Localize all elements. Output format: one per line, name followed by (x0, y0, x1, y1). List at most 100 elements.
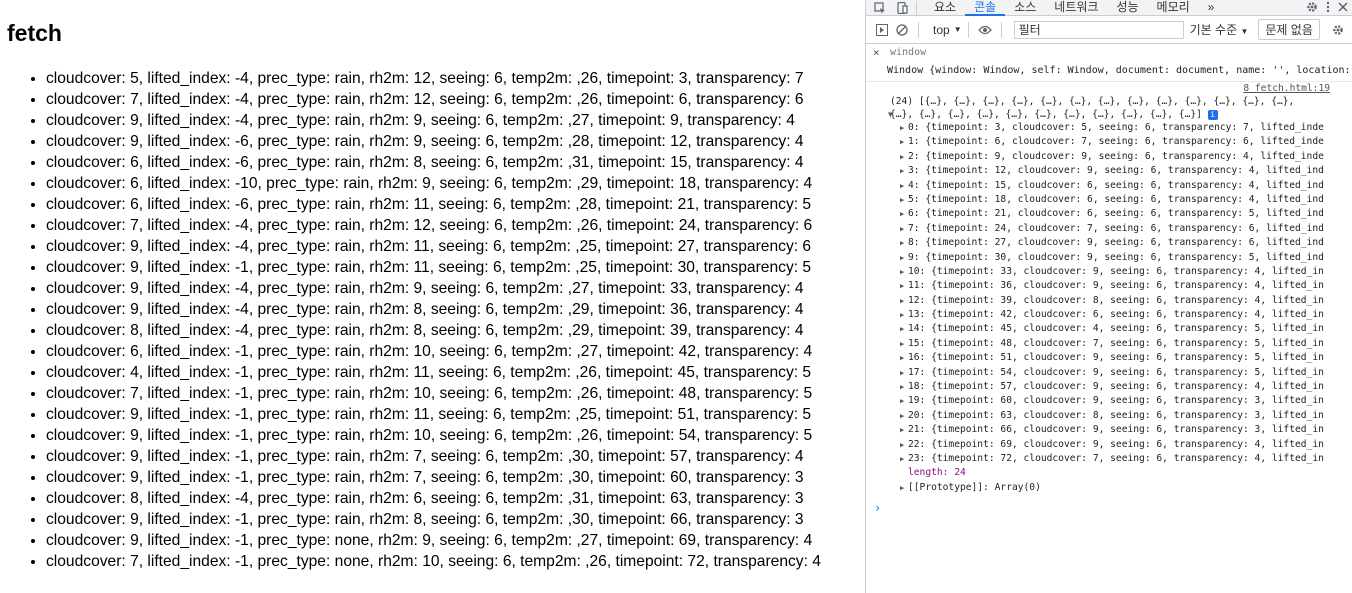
expanded-caret-icon[interactable]: ▼ (888, 108, 893, 121)
list-item: cloudcover: 9, lifted_index: -4, prec_ty… (46, 110, 865, 131)
devtools-tabbar: 요소 콘솔 소스 네트워크 성능 메모리 » (866, 0, 1352, 16)
array-entry[interactable]: ▶ 12: {timepoint: 39, cloudcover: 8, seei… (866, 294, 1352, 308)
console-settings-icon[interactable] (1328, 20, 1348, 40)
array-entry[interactable]: ▶ 4: {timepoint: 15, cloudcover: 6, seein… (866, 179, 1352, 193)
array-entry[interactable]: ▶ 18: {timepoint: 57, cloudcover: 9, seei… (866, 380, 1352, 394)
list-item: cloudcover: 6, lifted_index: -10, prec_t… (46, 173, 865, 194)
array-entry-text: 7: {timepoint: 24, cloudcover: 7, seeing… (908, 222, 1324, 234)
eye-icon[interactable] (975, 20, 995, 40)
array-entry[interactable]: ▶ 1: {timepoint: 6, cloudcover: 7, seeing… (866, 135, 1352, 149)
inspect-icon[interactable] (872, 0, 888, 16)
array-entry[interactable]: ▶ 13: {timepoint: 42, cloudcover: 6, seei… (866, 308, 1352, 322)
kebab-menu-icon[interactable] (1326, 1, 1330, 16)
info-icon: i (1207, 110, 1218, 120)
list-item: cloudcover: 9, lifted_index: -4, prec_ty… (46, 236, 865, 257)
console-command: × window (866, 44, 1352, 62)
list-item: cloudcover: 9, lifted_index: -4, prec_ty… (46, 299, 865, 320)
issues-button[interactable]: 문제 없음 (1258, 19, 1320, 40)
prototype-text: [[Prototype]]: Array(0) (908, 481, 1041, 493)
page-heading: fetch (7, 20, 62, 46)
tab-performance[interactable]: 성능 (1107, 0, 1147, 16)
array-entry[interactable]: ▶ 20: {timepoint: 63, cloudcover: 8, seei… (866, 409, 1352, 423)
source-link[interactable]: 8 fetch.html:19 (1243, 83, 1330, 94)
tab-memory[interactable]: 메모리 (1148, 0, 1199, 16)
collapsed-caret-icon: ▶ (900, 440, 905, 449)
array-entry-text: 8: {timepoint: 27, cloudcover: 9, seeing… (908, 237, 1324, 249)
array-entry-text: 21: {timepoint: 66, cloudcover: 9, seein… (908, 424, 1324, 436)
array-entry-text: 19: {timepoint: 60, cloudcover: 9, seein… (908, 395, 1324, 407)
collapsed-caret-icon: ▶ (900, 253, 905, 262)
tab-console[interactable]: 콘솔 (965, 0, 1006, 16)
list-item: cloudcover: 7, lifted_index: -4, prec_ty… (46, 89, 865, 110)
array-entry-text: 5: {timepoint: 18, cloudcover: 6, seeing… (908, 193, 1324, 205)
toolbar-divider (918, 21, 919, 38)
more-tabs-button[interactable]: » (1199, 0, 1224, 16)
console-prompt[interactable]: › (866, 501, 1352, 515)
settings-icon[interactable] (1306, 1, 1318, 16)
console-toolbar: top ▼ 필터 기본 수준 ▼ 문제 없음 (866, 16, 1352, 44)
list-item: cloudcover: 6, lifted_index: -1, prec_ty… (46, 341, 865, 362)
array-entry-text: 6: {timepoint: 21, cloudcover: 6, seeing… (908, 208, 1324, 220)
array-entry-text: 4: {timepoint: 15, cloudcover: 6, seeing… (908, 179, 1324, 191)
array-entry[interactable]: ▶ 23: {timepoint: 72, cloudcover: 7, seei… (866, 452, 1352, 466)
log-levels-select[interactable]: 기본 수준 ▼ (1190, 21, 1249, 38)
array-entry-text: 11: {timepoint: 36, cloudcover: 9, seein… (908, 280, 1324, 292)
array-entry[interactable]: ▶ 21: {timepoint: 66, cloudcover: 9, seei… (866, 423, 1352, 437)
dropdown-arrow-icon: ▼ (953, 25, 962, 34)
array-entry[interactable]: ▶ 2: {timepoint: 9, cloudcover: 9, seeing… (866, 150, 1352, 164)
array-entry[interactable]: ▶ 19: {timepoint: 60, cloudcover: 9, seei… (866, 394, 1352, 408)
array-entry[interactable]: ▶ 15: {timepoint: 48, cloudcover: 7, seei… (866, 337, 1352, 351)
device-icon[interactable] (894, 0, 910, 16)
array-entry[interactable]: ▶ 9: {timepoint: 30, cloudcover: 9, seein… (866, 251, 1352, 265)
source-link-row: 8 fetch.html:19 (866, 82, 1352, 95)
array-summary[interactable]: (24) [{…}, {…}, {…}, {…}, {…}, {…}, {…},… (866, 95, 1352, 108)
collapsed-caret-icon: ▶ (900, 239, 905, 248)
tab-sources[interactable]: 소스 (1005, 0, 1045, 16)
array-entry[interactable]: ▶ 0: {timepoint: 3, cloudcover: 5, seeing… (866, 121, 1352, 135)
array-entry[interactable]: ▶ 11: {timepoint: 36, cloudcover: 9, seei… (866, 279, 1352, 293)
array-entry[interactable]: ▶ 14: {timepoint: 45, cloudcover: 4, seei… (866, 322, 1352, 336)
array-entry-text: 3: {timepoint: 12, cloudcover: 9, seeing… (908, 165, 1324, 177)
array-entry[interactable]: ▶ 3: {timepoint: 12, cloudcover: 9, seein… (866, 164, 1352, 178)
sidebar-toggle-icon[interactable] (872, 20, 892, 40)
array-entry[interactable]: ▶ 8: {timepoint: 27, cloudcover: 9, seein… (866, 236, 1352, 250)
array-entry[interactable]: ▶ 10: {timepoint: 33, cloudcover: 9, seei… (866, 265, 1352, 279)
list-item: cloudcover: 9, lifted_index: -1, prec_ty… (46, 530, 865, 551)
array-entry-text: 13: {timepoint: 42, cloudcover: 6, seein… (908, 309, 1324, 321)
dropdown-arrow-icon: ▼ (1240, 27, 1249, 36)
collapsed-caret-icon: ▶ (900, 339, 905, 348)
close-icon[interactable] (1338, 1, 1348, 15)
array-entry[interactable]: ▶ 5: {timepoint: 18, cloudcover: 6, seein… (866, 193, 1352, 207)
array-entry[interactable]: ▶ 16: {timepoint: 51, cloudcover: 9, seei… (866, 351, 1352, 365)
collapsed-caret-icon: ▶ (900, 195, 905, 204)
array-summary-cont: ▼ {…}, {…}, {…}, {…}, {…}, {…}, {…}, {…}… (866, 108, 1352, 121)
array-entry[interactable]: ▶ 7: {timepoint: 24, cloudcover: 7, seein… (866, 222, 1352, 236)
array-entry-text: 20: {timepoint: 63, cloudcover: 8, seein… (908, 409, 1324, 421)
list-item: cloudcover: 9, lifted_index: -1, prec_ty… (46, 425, 865, 446)
array-entry[interactable]: ▶ 6: {timepoint: 21, cloudcover: 6, seein… (866, 207, 1352, 221)
array-entry-text: 9: {timepoint: 30, cloudcover: 9, seeing… (908, 251, 1324, 263)
log-levels-label: 기본 수준 (1189, 23, 1238, 37)
array-entry[interactable]: ▶ 17: {timepoint: 54, cloudcover: 9, seei… (866, 366, 1352, 380)
list-item: cloudcover: 9, lifted_index: -1, prec_ty… (46, 257, 865, 278)
list-item: cloudcover: 5, lifted_index: -4, prec_ty… (46, 68, 865, 89)
context-select[interactable]: top ▼ (933, 23, 962, 37)
array-entry-text: 1: {timepoint: 6, cloudcover: 7, seeing:… (908, 136, 1324, 148)
collapsed-caret-icon: ▶ (900, 426, 905, 435)
list-item: cloudcover: 9, lifted_index: -4, prec_ty… (46, 278, 865, 299)
clear-console-icon[interactable] (892, 20, 912, 40)
array-length: length: 24 (866, 466, 1352, 480)
console-result[interactable]: Window {window: Window, self: Window, do… (866, 62, 1352, 82)
array-summary-text-2: {…}, {…}, {…}, {…}, {…}, {…}, {…}, {…}, … (890, 109, 1202, 120)
list-item: cloudcover: 7, lifted_index: -1, prec_ty… (46, 551, 865, 572)
array-prototype[interactable]: ▶ [[Prototype]]: Array(0) (866, 481, 1352, 495)
array-entry-text: 17: {timepoint: 54, cloudcover: 9, seein… (908, 366, 1324, 378)
toolbar-divider (1000, 21, 1002, 38)
filter-input[interactable]: 필터 (1013, 20, 1184, 39)
collapsed-caret-icon: ▶ (900, 411, 905, 420)
tab-network[interactable]: 네트워크 (1045, 0, 1107, 16)
tab-elements[interactable]: 요소 (925, 0, 965, 16)
array-entry[interactable]: ▶ 22: {timepoint: 69, cloudcover: 9, seei… (866, 438, 1352, 452)
command-text: window (890, 47, 927, 58)
collapsed-caret-icon: ▶ (900, 210, 905, 219)
